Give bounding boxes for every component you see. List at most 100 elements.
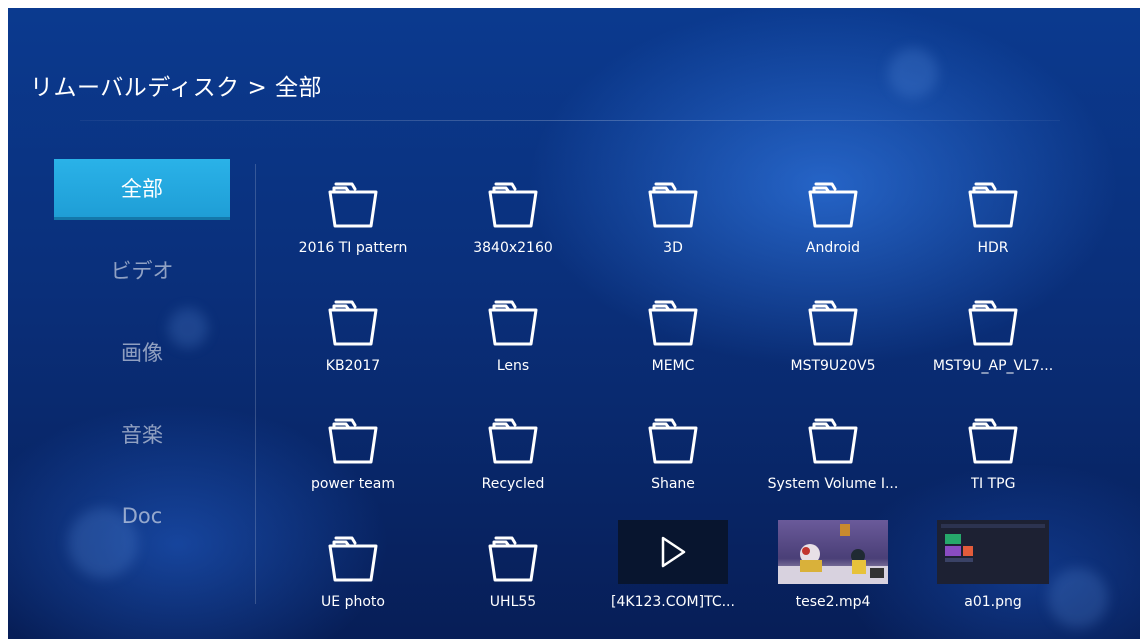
folder-glyph [648, 418, 698, 464]
folder-icon [484, 158, 542, 230]
sidebar-item-video[interactable]: ビデオ [54, 241, 230, 299]
file-item[interactable]: MST9U_AP_VL7... [918, 276, 1068, 388]
image-thumbnail [937, 512, 1049, 584]
play-icon [661, 536, 686, 568]
file-label: HDR [977, 240, 1009, 256]
folder-glyph [328, 300, 378, 346]
file-item[interactable]: UHL55 [438, 512, 588, 624]
file-grid: 2016 TI pattern 3840x2160 3D Android HDR… [268, 158, 1128, 618]
folder-icon [804, 276, 862, 348]
folder-icon [324, 276, 382, 348]
folder-glyph [808, 418, 858, 464]
file-item[interactable]: MEMC [598, 276, 748, 388]
folder-glyph [968, 182, 1018, 228]
folder-icon [484, 512, 542, 584]
sidebar-item-label: Doc [121, 504, 163, 528]
sidebar-item-doc[interactable]: Doc [54, 487, 230, 545]
folder-icon [644, 158, 702, 230]
file-label: Lens [496, 358, 530, 374]
sidebar-item-music[interactable]: 音楽 [54, 405, 230, 463]
folder-icon [804, 394, 862, 466]
folder-icon [964, 276, 1022, 348]
file-item[interactable]: UE photo [278, 512, 428, 624]
sidebar-item-image[interactable]: 画像 [54, 323, 230, 381]
sidebar-item-label: 全部 [121, 177, 163, 201]
file-label: UE photo [321, 594, 385, 610]
file-item[interactable]: Lens [438, 276, 588, 388]
file-label: MEMC [651, 358, 695, 374]
thumbnail-picture [937, 520, 1049, 584]
file-label: 3840x2160 [473, 240, 553, 256]
folder-icon [804, 158, 862, 230]
file-label: Recycled [481, 476, 545, 492]
folder-icon [484, 276, 542, 348]
folder-glyph [328, 536, 378, 582]
folder-glyph [488, 536, 538, 582]
file-label: MST9U_AP_VL7... [932, 358, 1054, 374]
sidebar-item-all[interactable]: 全部 [54, 159, 230, 217]
video-placeholder [618, 520, 728, 584]
file-label: power team [310, 476, 396, 492]
file-item[interactable]: Android [758, 158, 908, 270]
folder-glyph [968, 300, 1018, 346]
file-label: MST9U20V5 [790, 358, 876, 374]
file-item[interactable]: HDR [918, 158, 1068, 270]
file-label: KB2017 [325, 358, 381, 374]
folder-glyph [488, 418, 538, 464]
file-label: tese2.mp4 [795, 594, 871, 610]
video-thumbnail [778, 512, 888, 584]
file-item[interactable]: [4K123.COM]TC... [598, 512, 748, 624]
video-thumbnail-image [778, 520, 888, 584]
video-thumbnail [618, 512, 728, 584]
folder-icon [484, 394, 542, 466]
file-item[interactable]: a01.png [918, 512, 1068, 624]
folder-icon [644, 276, 702, 348]
file-item[interactable]: System Volume I... [758, 394, 908, 506]
folder-glyph [488, 300, 538, 346]
folder-icon [964, 394, 1022, 466]
background-bokeh [888, 48, 938, 98]
folder-glyph [808, 182, 858, 228]
file-item[interactable]: 3840x2160 [438, 158, 588, 270]
file-label: TI TPG [970, 476, 1016, 492]
file-label: UHL55 [489, 594, 537, 610]
header-divider [80, 120, 1060, 121]
folder-glyph [328, 182, 378, 228]
image-thumbnail-picture [937, 520, 1049, 584]
folder-icon [324, 158, 382, 230]
file-label: Shane [651, 476, 695, 492]
file-item[interactable]: MST9U20V5 [758, 276, 908, 388]
folder-glyph [648, 300, 698, 346]
file-item[interactable]: Recycled [438, 394, 588, 506]
sidebar-item-label: 画像 [121, 341, 163, 365]
folder-glyph [808, 300, 858, 346]
sidebar-item-label: 音楽 [121, 423, 163, 447]
folder-glyph [648, 182, 698, 228]
file-item[interactable]: power team [278, 394, 428, 506]
folder-icon [644, 394, 702, 466]
folder-icon [324, 512, 382, 584]
sidebar-divider [255, 164, 256, 604]
sidebar-item-label: ビデオ [110, 259, 174, 283]
file-item[interactable]: TI TPG [918, 394, 1068, 506]
thumbnail-picture [778, 524, 888, 584]
file-label: [4K123.COM]TC... [611, 594, 735, 610]
file-label: 2016 TI pattern [298, 240, 408, 256]
file-browser-screen: リムーバルディスク > 全部 全部 ビデオ 画像 音楽 Doc 2016 TI … [8, 8, 1140, 639]
file-item[interactable]: tese2.mp4 [758, 512, 908, 624]
category-sidebar: 全部 ビデオ 画像 音楽 Doc [54, 159, 230, 569]
folder-glyph [328, 418, 378, 464]
file-item[interactable]: 2016 TI pattern [278, 158, 428, 270]
folder-icon [964, 158, 1022, 230]
breadcrumb: リムーバルディスク > 全部 [30, 75, 323, 101]
file-label: 3D [663, 240, 683, 256]
file-label: a01.png [964, 594, 1022, 610]
file-item[interactable]: KB2017 [278, 276, 428, 388]
file-label: Android [805, 240, 861, 256]
folder-icon [324, 394, 382, 466]
folder-glyph [968, 418, 1018, 464]
file-item[interactable]: 3D [598, 158, 748, 270]
file-item[interactable]: Shane [598, 394, 748, 506]
file-label: System Volume I... [767, 476, 899, 492]
folder-glyph [488, 182, 538, 228]
